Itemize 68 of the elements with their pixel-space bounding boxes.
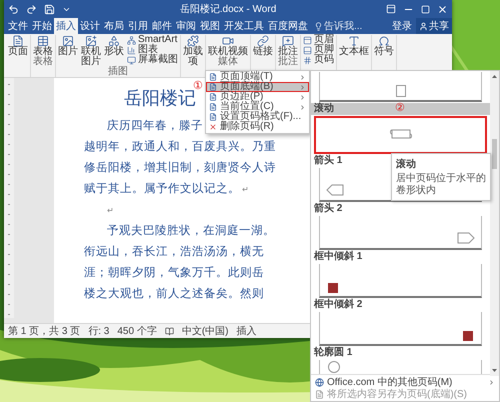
body-text: 涯；朝晖夕阴，气象万千。此则岳 [84,266,264,281]
paragraph-mark: ↵ [242,184,249,196]
style-label: 框中倾斜 2 [312,299,364,311]
window-title: 岳阳楼记.docx - Word [180,2,276,16]
menu-item[interactable]: 页边距(P) [206,92,309,102]
ribbon-tab[interactable]: 邮件 [150,18,174,34]
style-label: 箭头 1 [313,155,344,167]
group-label: 插图 [108,67,128,77]
ribbon-button[interactable]: 联机图片 [80,35,102,67]
body-text: 予观夫巴陵胜状，在洞庭一湖。 [107,223,275,239]
callout-number: ② [395,102,405,114]
body-text: 赋于其上。属予作文以记之。 [84,181,240,197]
menu-item[interactable]: 设置页码格式(F)... [206,112,309,122]
ribbon-button[interactable]: 页面 [7,35,29,57]
ribbon-button[interactable]: 页码 [302,55,335,65]
status-text: 插入 [236,324,257,338]
ribbon-button[interactable]: 符号 [373,35,395,57]
ribbon-button[interactable]: 加载项 [182,35,204,67]
ribbon-tab[interactable]: 设计 [78,18,102,34]
body-text: 楼之大观也，前人之述备矣。然则 [84,286,264,302]
menu-item[interactable]: 页面顶端(T) [206,72,309,82]
ribbon-button[interactable]: 链接 [252,35,274,57]
ribbon-tab[interactable]: 引用 [126,18,150,34]
body-text: 庆历四年春，滕子 [107,118,203,134]
sign-in-link[interactable]: 登录 [388,18,416,34]
ribbon-tab[interactable]: 开始 [30,18,54,34]
ribbon-tab[interactable]: 插入 [54,18,78,34]
ribbon-button[interactable]: 批注 [277,35,299,57]
ribbon-tab[interactable]: 文件 [6,18,30,34]
ribbon-tab[interactable]: 视图 [198,18,222,34]
style-label: 轮廓圆 1 [312,347,354,359]
group-label: 媒体 [218,57,238,67]
style-label: 箭头 2 [313,203,344,215]
group-label: 表格 [33,57,53,67]
ribbon-button[interactable]: 形状 [103,35,125,57]
status-text: 中文(中国) [182,324,229,338]
menu-item[interactable]: 删除页码(R) [206,122,309,132]
body-text: 修岳阳楼，增其旧制，刻唐贤今人诗 [84,160,276,176]
menu-item[interactable]: 页面底端(B) [206,82,309,92]
ribbon-button[interactable]: 文本框 [338,35,370,57]
tooltip-title: 滚动 [396,157,417,171]
body-text: 衔远山，吞长江，浩浩汤汤，横无 [84,244,264,260]
menu-item[interactable]: 当前位置(C) [206,102,309,112]
ribbon-button[interactable]: 页脚 [302,45,335,55]
ribbon-button[interactable]: 图片 [57,35,79,57]
ribbon-button[interactable]: 屏幕截图 [126,55,179,65]
menu-item[interactable]: Office.com 中的其他页码(M) [311,376,499,388]
ribbon-tab[interactable]: 开发工具 [222,18,266,34]
document-title: 岳阳楼记 [124,88,196,110]
paragraph-mark: ↵ [107,205,114,217]
status-text: 第 1 页，共 3 页 [8,324,80,338]
status-text: 行: 3 [88,325,110,338]
ribbon-button[interactable]: 表格 [32,35,54,57]
tooltip-text: 居中页码位于水平的卷形状内 [396,173,486,197]
tell-me-field[interactable]: 告诉我... [324,20,368,32]
ribbon-button[interactable]: 联机视频 [207,35,249,57]
body-text: 越明年，政通人和，百废具兴。乃重 [84,139,276,155]
group-label: 批注 [278,57,298,67]
share-button[interactable]: 共享 [416,18,452,34]
ribbon-tab[interactable]: 布局 [102,18,126,34]
ribbon-tab[interactable]: 百度网盘 [266,18,310,34]
callout-number: ① [193,80,203,92]
status-text: 450 个字 [117,324,157,338]
ribbon-button[interactable]: 图表 [126,45,179,55]
ribbon-button[interactable]: 页眉 [302,35,335,45]
style-label: 框中倾斜 1 [312,251,364,263]
ribbon-tab[interactable]: 审阅 [174,18,198,34]
ribbon-button[interactable]: SmartArt [126,35,179,45]
